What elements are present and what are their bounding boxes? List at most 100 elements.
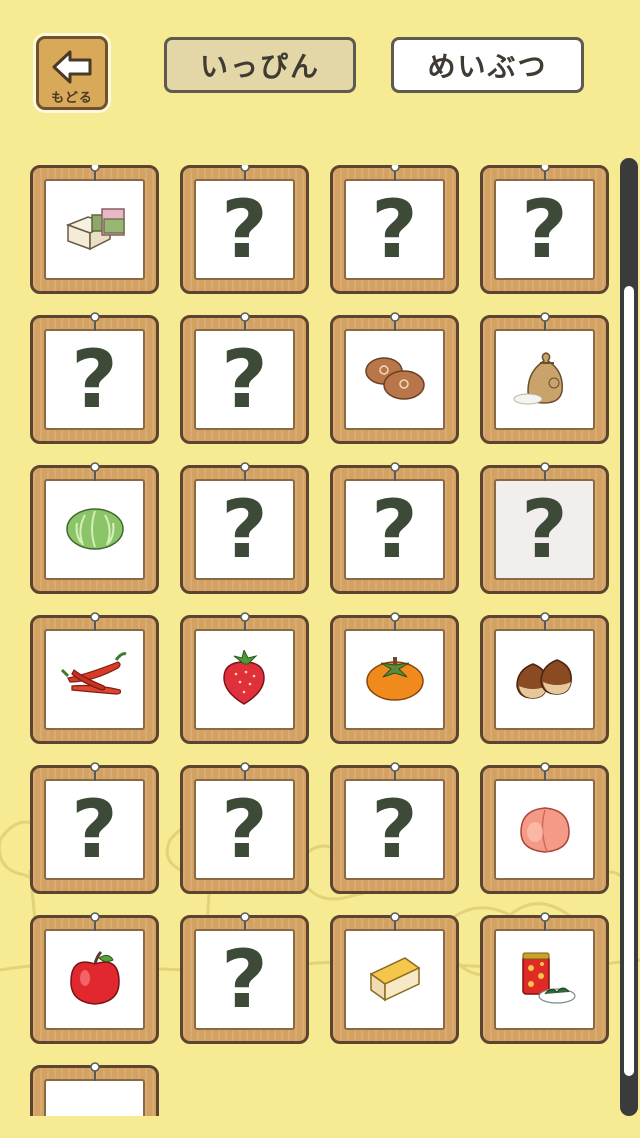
hanging-hook-icon: [389, 612, 400, 631]
hanging-hook-icon: [239, 762, 250, 781]
question-mark-icon: ?: [71, 782, 118, 876]
locked-item-card[interactable]: ?: [30, 312, 159, 444]
strawberry-icon: [220, 648, 270, 710]
hanging-hook-icon: [239, 312, 250, 331]
item-card[interactable]: [480, 312, 609, 444]
item-card-face: ?: [194, 329, 295, 430]
hanging-hook-icon: [389, 312, 400, 331]
hanging-hook-icon: [539, 312, 550, 331]
item-card-face: ?: [194, 479, 295, 580]
hanging-hook-icon: [89, 912, 100, 931]
hanging-hook-icon: [89, 462, 100, 481]
item-card-face: ?: [44, 329, 145, 430]
back-button-label: もどる: [51, 91, 93, 106]
question-mark-icon: ?: [371, 182, 418, 276]
item-card[interactable]: [30, 1062, 159, 1117]
tea-can-icon: [513, 948, 577, 1012]
locked-item-card[interactable]: ?: [480, 165, 609, 294]
locked-item-card[interactable]: ?: [330, 462, 459, 594]
item-card-face: [44, 629, 145, 730]
locked-item-card[interactable]: ?: [480, 462, 609, 594]
tab-specialties[interactable]: めいぶつ: [391, 37, 584, 93]
hanging-hook-icon: [539, 462, 550, 481]
hanging-hook-icon: [89, 312, 100, 331]
hanging-hook-icon: [539, 912, 550, 931]
question-mark-icon: ?: [521, 182, 568, 276]
locked-item-card[interactable]: ?: [330, 165, 459, 294]
item-card-face: [494, 929, 595, 1030]
locked-item-card[interactable]: ?: [180, 912, 309, 1044]
apple-icon: [67, 950, 123, 1010]
hanging-hook-icon: [89, 1062, 100, 1081]
hanging-hook-icon: [389, 912, 400, 931]
chili-peppers-icon: [60, 650, 130, 710]
back-button[interactable]: もどる: [33, 33, 111, 113]
question-mark-icon: ?: [371, 482, 418, 576]
hanging-hook-icon: [389, 165, 400, 181]
item-card-face: [494, 779, 595, 880]
hanging-hook-icon: [89, 762, 100, 781]
locked-item-card[interactable]: ?: [180, 312, 309, 444]
item-card[interactable]: [330, 612, 459, 744]
back-arrow-icon: [52, 50, 92, 84]
question-mark-icon: ?: [71, 332, 118, 426]
item-card[interactable]: [30, 912, 159, 1044]
mochi-sweets-icon: [60, 203, 130, 257]
cabbage-icon: [63, 503, 127, 557]
item-card-face: [44, 179, 145, 280]
cheese-icon: [365, 952, 425, 1008]
persimmon-icon: [363, 653, 427, 707]
chestnuts-icon: [513, 656, 577, 704]
question-mark-icon: ?: [221, 332, 268, 426]
item-card-face: ?: [494, 479, 595, 580]
scrollbar-thumb[interactable]: [624, 286, 634, 1076]
item-card-face: [44, 479, 145, 580]
question-mark-icon: ?: [221, 182, 268, 276]
item-card-face: [344, 629, 445, 730]
peach-icon: [517, 802, 573, 858]
locked-item-card[interactable]: ?: [330, 762, 459, 894]
locked-item-card[interactable]: ?: [180, 462, 309, 594]
scrollbar[interactable]: [620, 158, 638, 1116]
item-card-face: [44, 929, 145, 1030]
hanging-hook-icon: [89, 612, 100, 631]
item-card[interactable]: [30, 612, 159, 744]
item-card-face: [194, 629, 295, 730]
hanging-hook-icon: [539, 762, 550, 781]
item-card-face: [494, 329, 595, 430]
hanging-hook-icon: [239, 912, 250, 931]
hanging-hook-icon: [239, 612, 250, 631]
hanging-hook-icon: [539, 612, 550, 631]
item-card-face: [344, 329, 445, 430]
item-card-face: ?: [344, 179, 445, 280]
item-card[interactable]: [30, 165, 159, 294]
hanging-hook-icon: [89, 165, 100, 181]
item-card-face: ?: [194, 179, 295, 280]
item-card[interactable]: [480, 762, 609, 894]
collection-grid: ????????????: [30, 165, 612, 1116]
question-mark-icon: ?: [371, 782, 418, 876]
question-mark-icon: ?: [221, 782, 268, 876]
item-card-face: [494, 629, 595, 730]
item-card-face: ?: [494, 179, 595, 280]
item-card-face: [344, 929, 445, 1030]
hanging-hook-icon: [389, 462, 400, 481]
hanging-hook-icon: [239, 165, 250, 181]
question-mark-icon: ?: [221, 482, 268, 576]
item-card[interactable]: [480, 912, 609, 1044]
item-card-face: ?: [194, 929, 295, 1030]
item-card[interactable]: [180, 612, 309, 744]
manju-buns-icon: [360, 353, 430, 407]
item-card[interactable]: [30, 462, 159, 594]
item-card[interactable]: [480, 612, 609, 744]
locked-item-card[interactable]: ?: [30, 762, 159, 894]
hanging-hook-icon: [239, 462, 250, 481]
partial-item-icon: [85, 1116, 105, 1117]
hanging-hook-icon: [539, 165, 550, 181]
item-card[interactable]: [330, 312, 459, 444]
item-card-face: ?: [44, 779, 145, 880]
tab-items[interactable]: いっぴん: [164, 37, 356, 93]
locked-item-card[interactable]: ?: [180, 762, 309, 894]
locked-item-card[interactable]: ?: [180, 165, 309, 294]
item-card[interactable]: [330, 912, 459, 1044]
